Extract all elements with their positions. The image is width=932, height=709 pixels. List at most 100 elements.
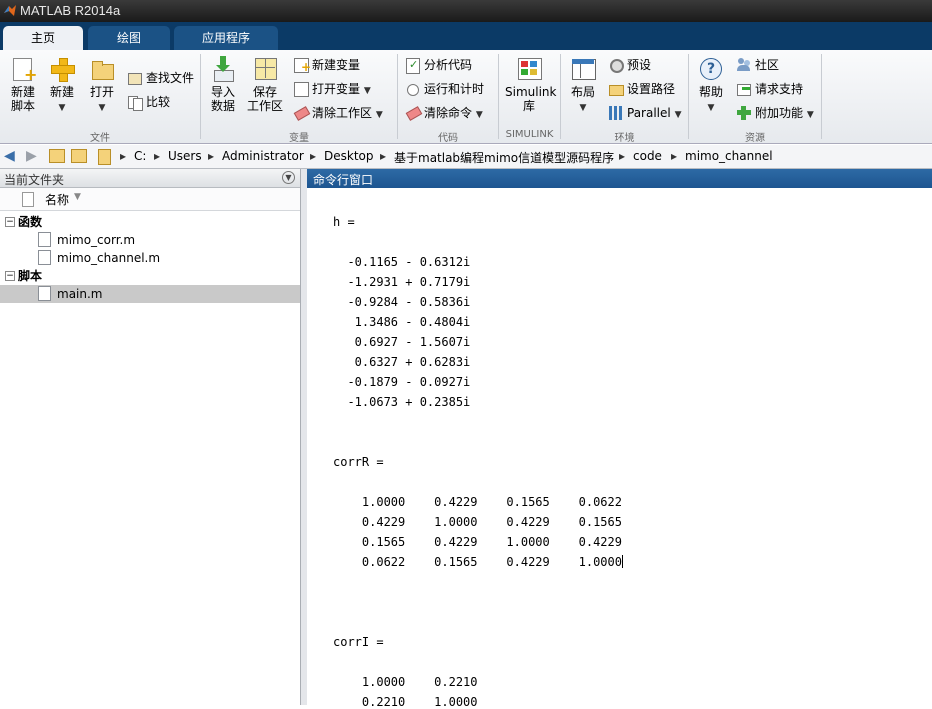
help-button[interactable]: ? 帮助 ▼ [695,56,727,115]
breadcrumb-separator-icon: ▸ [310,149,317,163]
add-ons-button[interactable]: 附加功能 ▼ [736,103,814,123]
save-workspace-label: 保存 工作区 [246,85,283,113]
file-name: main.m [57,287,103,301]
command-output-line: 1.0000 0.4229 0.1565 0.0622 [333,495,622,509]
column-name-header[interactable]: 名称 [45,191,69,208]
breadcrumb-separator-icon: ▸ [154,149,161,163]
clear-workspace-button[interactable]: 清除工作区 ▼ [293,103,383,123]
divider [688,54,689,139]
breadcrumb-item[interactable]: mimo_channel [685,149,773,163]
folder-icon [89,56,115,82]
command-output-line: 0.2210 1.0000 [333,695,478,709]
command-output-line: 0.0622 0.1565 0.4229 1.0000 [333,555,623,569]
breadcrumb-item[interactable]: Desktop [324,149,374,163]
panel-actions-icon[interactable]: ▼ [282,171,295,184]
preferences-button[interactable]: 预设 [608,55,651,75]
community-label: 社区 [755,58,780,72]
new-variable-label: 新建变量 [312,58,361,72]
current-folder-header: 当前文件夹 ▼ [0,169,300,188]
tab-home[interactable]: 主页 [3,26,83,50]
breadcrumb-separator-icon: ▸ [380,149,387,163]
folder-icon [98,149,111,165]
breadcrumb-separator-icon: ▸ [671,149,678,163]
divider [560,54,561,139]
new-script-label: 新建 脚本 [10,85,35,113]
open-variable-icon [293,81,309,97]
breadcrumb-item[interactable]: code [633,149,662,163]
compare-button[interactable]: 比较 [127,92,170,112]
command-output-line: 0.4229 1.0000 0.4229 0.1565 [333,515,622,529]
new-variable-icon: + [293,57,311,73]
current-folder-panel: 当前文件夹 ▼ 名称 ▼ − 函数 mimo_corr.m mimo_chann… [0,169,301,705]
command-output-line: -1.2931 + 0.7179i [333,275,471,289]
collapse-icon[interactable]: − [5,217,15,227]
save-workspace-button[interactable]: 保存 工作区 [246,56,284,113]
tree-group-functions[interactable]: − 函数 [0,213,300,231]
simulink-library-button[interactable]: Simulink 库 [505,56,556,113]
open-button[interactable]: 打开 ▼ [86,56,118,115]
import-data-button[interactable]: 导入 数据 [206,56,240,113]
chevron-down-icon: ▼ [674,110,682,120]
divider [821,54,822,139]
layout-button[interactable]: 布局 ▼ [566,56,600,115]
chevron-down-icon: ▼ [58,103,66,113]
command-output-line: corrR = [333,455,384,469]
file-list-item[interactable]: mimo_channel.m [0,249,300,267]
clear-commands-button[interactable]: 清除命令 ▼ [405,103,483,123]
address-bar: ◀ ▶ ▸ C: ▸ Users ▸ Administrator ▸ Deskt… [0,145,932,169]
parallel-button[interactable]: Parallel ▼ [608,103,681,123]
new-script-button[interactable]: + 新建 脚本 [6,56,40,113]
forward-arrow-icon[interactable]: ▶ [26,148,37,164]
find-files-button[interactable]: 查找文件 [127,68,194,88]
chevron-down-icon: ▼ [375,110,383,120]
run-and-time-icon [405,81,421,97]
group-label-resources: 资源 [745,133,765,144]
tree-group-scripts[interactable]: − 脚本 [0,267,300,285]
breadcrumb-item[interactable]: Users [168,149,202,163]
open-variable-button[interactable]: 打开变量 ▼ [293,79,371,99]
analyze-code-button[interactable]: ✓ 分析代码 [405,55,472,75]
file-list-item-selected[interactable]: main.m [0,285,300,303]
request-support-button[interactable]: 请求支持 [736,79,803,99]
ribbon-toolstrip: + 新建 脚本 新建 ▼ 打开 ▼ 查找文件 比较 文件 导入 数据 保存 工作… [0,50,932,144]
title-bar: MATLAB R2014a [0,0,932,22]
set-path-button[interactable]: 设置路径 [608,79,675,99]
analyze-code-icon: ✓ [405,57,421,74]
command-output-line: 0.6927 - 1.5607i [333,335,471,349]
new-label: 新建 [49,85,74,99]
text-cursor [621,555,623,568]
community-icon [736,57,752,73]
tab-apps[interactable]: 应用程序 [174,26,278,50]
command-window-header: 命令行窗口 [307,169,932,188]
layout-label: 布局 [570,85,595,99]
command-window[interactable]: 命令行窗口 h = -0.1165 - 0.6312i -1.2931 + 0.… [307,169,932,709]
sort-arrow-icon[interactable]: ▼ [74,192,81,202]
breadcrumb-item[interactable]: C: [134,149,146,163]
add-ons-label: 附加功能 [755,106,804,120]
breadcrumb-separator-icon: ▸ [120,149,127,163]
tree-group-label: 脚本 [18,269,43,283]
community-button[interactable]: 社区 [736,55,779,75]
command-output-line: -1.0673 + 0.2385i [333,395,471,409]
command-output-line: corrI = [333,635,384,649]
browse-folder-icon[interactable] [71,149,87,163]
command-output-line: 1.3486 - 0.4804i [333,315,471,329]
new-button[interactable]: 新建 ▼ [46,56,78,115]
command-output-line: -0.9284 - 0.5836i [333,295,471,309]
up-folder-icon[interactable] [49,149,65,163]
breadcrumb-separator-icon: ▸ [619,149,626,163]
tree-group-label: 函数 [18,215,43,229]
file-list-item[interactable]: mimo_corr.m [0,231,300,249]
command-window-title: 命令行窗口 [313,173,374,187]
run-and-time-button[interactable]: 运行和计时 [405,79,484,99]
window-title: MATLAB R2014a [20,3,121,18]
breadcrumb-item[interactable]: Administrator [222,149,304,163]
tab-plots[interactable]: 绘图 [88,26,170,50]
preferences-label: 预设 [627,58,652,72]
collapse-icon[interactable]: − [5,271,15,281]
open-label: 打开 [89,85,114,99]
back-arrow-icon[interactable]: ◀ [4,148,15,164]
clear-workspace-label: 清除工作区 [312,106,373,120]
breadcrumb-item[interactable]: 基于matlab编程mimo信道模型源码程序 [394,149,614,166]
new-variable-button[interactable]: + 新建变量 [293,55,360,75]
